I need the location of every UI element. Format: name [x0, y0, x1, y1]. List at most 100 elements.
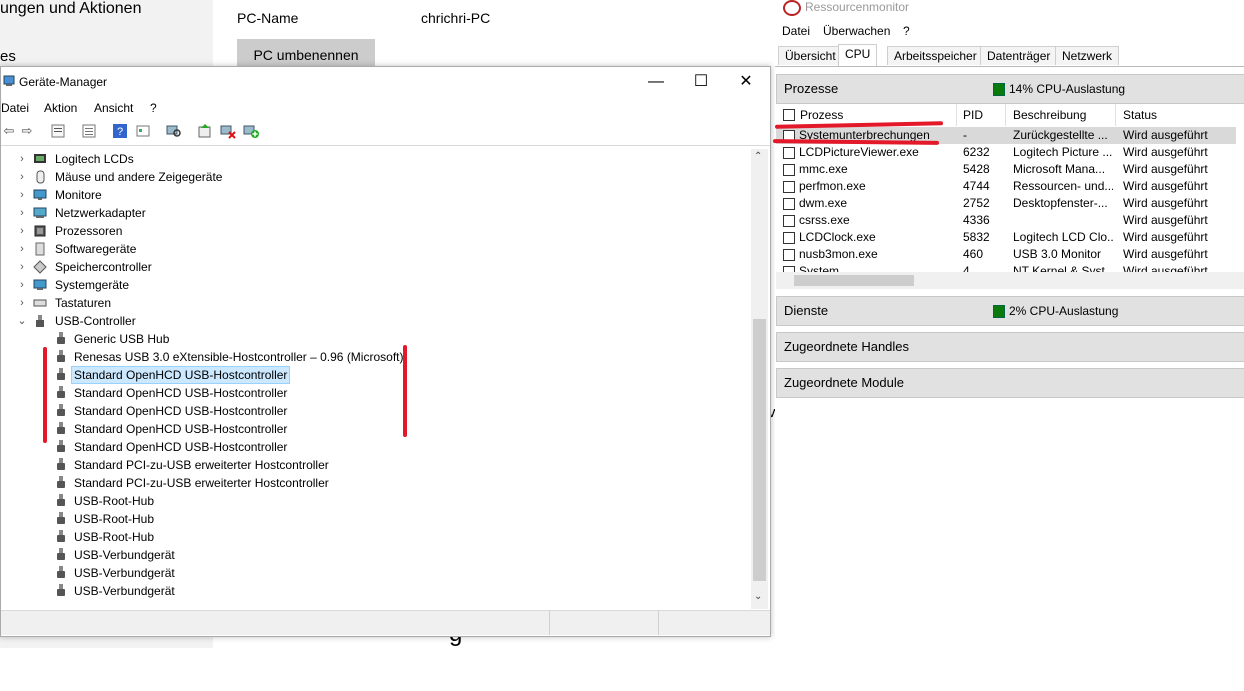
usb-device-icon	[57, 494, 65, 508]
column-header-beschreibung[interactable]: Beschreibung	[1006, 104, 1116, 126]
forward-arrow-icon[interactable]: ⇨	[19, 123, 35, 139]
process-checkbox[interactable]	[783, 181, 795, 193]
scroll-down-icon[interactable]: ⌄	[754, 591, 762, 602]
list-view-icon[interactable]	[81, 123, 97, 139]
process-checkbox[interactable]	[783, 232, 795, 244]
process-row[interactable]: LCDPictureViewer.exe 6232 Logitech Picture…	[776, 144, 1236, 161]
rm-menu-ueberwachen[interactable]: Überwachen	[823, 24, 890, 38]
device-tree-scrollbar[interactable]: ⌃ ⌄	[751, 149, 768, 609]
process-row[interactable]: System 4 NT Kernel & Syst... Wird ausgeführ…	[776, 263, 1236, 272]
process-name: mmc.exe	[799, 162, 848, 176]
menu-help[interactable]: ?	[150, 101, 157, 115]
status-bar	[1, 610, 770, 635]
cpu-meter-icon	[993, 305, 1005, 318]
chevron-right-icon[interactable]: ›	[17, 258, 27, 276]
chevron-right-icon[interactable]: ›	[17, 222, 27, 240]
process-description: USB 3.0 Monitor	[1013, 247, 1102, 261]
tree-category-label: Monitore	[55, 188, 102, 202]
menu-aktion[interactable]: Aktion	[44, 101, 77, 115]
process-checkbox[interactable]	[783, 198, 795, 210]
process-checkbox[interactable]	[783, 249, 795, 261]
storage-controller-icon	[33, 260, 47, 274]
settings-sidebar-item[interactable]: es	[0, 48, 16, 65]
chevron-down-icon[interactable]: ⌄	[17, 312, 27, 330]
chevron-right-icon[interactable]: ›	[17, 186, 27, 204]
tab-cpu[interactable]: CPU	[838, 44, 878, 66]
network-adapter-icon	[33, 206, 47, 220]
help-icon[interactable]: ?	[112, 123, 128, 139]
process-pid: -	[963, 128, 967, 142]
update-driver-icon[interactable]	[197, 123, 213, 139]
chevron-right-icon[interactable]: ›	[17, 168, 27, 186]
menu-datei[interactable]: Datei	[1, 101, 29, 115]
device-manager-app-icon	[3, 75, 15, 86]
usb-device-icon	[57, 350, 65, 364]
close-button[interactable]: ✕	[723, 67, 769, 97]
process-table-hscrollbar[interactable]	[776, 272, 1244, 289]
minimize-button[interactable]: —	[633, 67, 679, 97]
process-pid: 460	[963, 247, 984, 261]
process-row[interactable]: mmc.exe 5428 Microsoft Mana... Wird ausgefü…	[776, 161, 1236, 178]
tree-category-label: Prozessoren	[55, 224, 123, 238]
device-manager-title: Geräte-Manager	[19, 75, 108, 89]
scrollbar-thumb[interactable]	[753, 319, 766, 581]
tree-device-label: USB-Root-Hub	[74, 494, 155, 508]
resource-monitor-app-icon	[783, 0, 801, 16]
process-pid: 5832	[963, 230, 990, 244]
processes-section-header[interactable]: Prozesse 14% CPU-Auslastung	[776, 74, 1244, 104]
column-header-beschreibung-label: Beschreibung	[1013, 108, 1087, 122]
usb-device-icon	[57, 548, 65, 562]
usb-device-icon	[57, 332, 65, 346]
annotation-mark	[43, 347, 47, 443]
process-row[interactable]: csrss.exe 4336 Wird ausgeführt	[776, 212, 1236, 229]
scan-hardware-icon[interactable]	[166, 123, 182, 139]
tab-netzwerk[interactable]: Netzwerk	[1055, 46, 1120, 65]
properties-icon[interactable]	[50, 123, 66, 139]
process-status: Wird ausgeführt	[1123, 162, 1208, 176]
process-row[interactable]: perfmon.exe 4744 Ressourcen- und... Wird au…	[776, 178, 1236, 195]
tree-device-label: Renesas USB 3.0 eXtensible-Hostcontrolle…	[74, 350, 404, 364]
services-section-header[interactable]: Dienste 2% CPU-Auslastung	[776, 296, 1244, 326]
chevron-right-icon[interactable]: ›	[17, 204, 27, 222]
disable-device-icon[interactable]	[220, 123, 236, 139]
rm-menu-datei[interactable]: Datei	[782, 24, 810, 38]
column-header-status[interactable]: Status	[1116, 104, 1236, 126]
chevron-right-icon[interactable]: ›	[17, 240, 27, 258]
keyboard-icon	[33, 296, 47, 310]
process-description: Logitech LCD Clo...	[1013, 230, 1113, 244]
process-status: Wird ausgeführt	[1123, 264, 1208, 272]
maximize-button[interactable]: ☐	[678, 67, 724, 97]
modules-section-header[interactable]: Zugeordnete Module	[776, 368, 1244, 398]
monitor-icon	[33, 188, 47, 202]
add-device-icon[interactable]	[243, 123, 259, 139]
process-row[interactable]: nusb3mon.exe 460 USB 3.0 Monitor Wird ausge…	[776, 246, 1236, 263]
process-pid: 4336	[963, 213, 990, 227]
menu-ansicht[interactable]: Ansicht	[94, 101, 133, 115]
scroll-up-icon[interactable]: ⌃	[754, 151, 762, 162]
back-arrow-icon[interactable]: ⇦	[1, 123, 17, 139]
rm-menu-help[interactable]: ?	[903, 24, 910, 38]
column-header-pid[interactable]: PID	[957, 104, 1006, 126]
device-manager-titlebar[interactable]: Geräte-Manager — ☐ ✕	[1, 67, 770, 97]
select-all-checkbox[interactable]	[783, 109, 795, 121]
process-row[interactable]: dwm.exe 2752 Desktopfenster-... Wird ausgef…	[776, 195, 1236, 212]
process-checkbox[interactable]	[783, 164, 795, 176]
view-icon[interactable]	[135, 123, 151, 139]
process-name: dwm.exe	[799, 196, 848, 210]
handles-section-header[interactable]: Zugeordnete Handles	[776, 332, 1244, 362]
chevron-right-icon[interactable]: ›	[17, 276, 27, 294]
tree-device-label: USB-Verbundgerät	[74, 566, 175, 580]
tab-datentraeger[interactable]: Datenträger	[980, 46, 1058, 65]
tree-device-label: USB-Root-Hub	[74, 512, 155, 526]
chevron-right-icon[interactable]: ›	[17, 294, 27, 312]
process-description: Microsoft Mana...	[1013, 162, 1106, 176]
tab-uebersicht[interactable]: Übersicht	[778, 46, 843, 65]
chevron-right-icon[interactable]: ›	[17, 150, 27, 168]
hscrollbar-thumb[interactable]	[794, 275, 914, 286]
process-row[interactable]: LCDClock.exe 5832 Logitech LCD Clo... Wird …	[776, 229, 1236, 246]
tab-arbeitsspeicher[interactable]: Arbeitsspeicher	[887, 46, 984, 65]
usb-device-icon	[57, 368, 65, 382]
process-checkbox[interactable]	[783, 147, 795, 159]
tree-category-label: Softwaregeräte	[55, 242, 137, 256]
process-checkbox[interactable]	[783, 215, 795, 227]
